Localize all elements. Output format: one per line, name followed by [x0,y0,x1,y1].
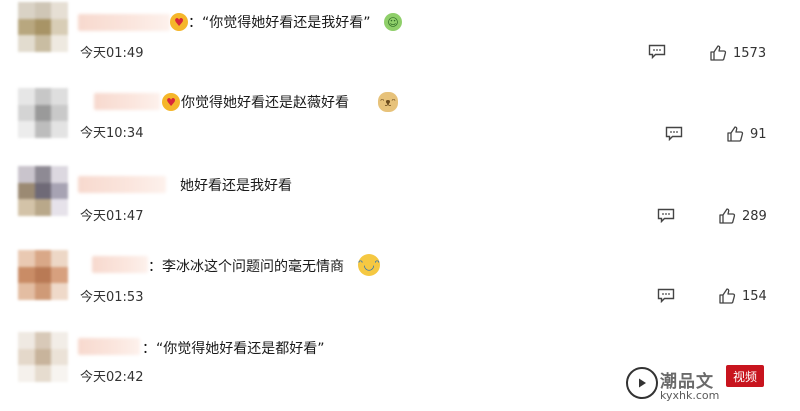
site-watermark: 潮品文 视频 kyxhk.com [626,361,786,405]
like-button[interactable]: 154 [718,287,767,305]
comment-time: 今天01:53 [80,290,144,305]
like-count: 289 [742,208,767,224]
username-blurred[interactable] [78,176,166,193]
username-blurred[interactable] [94,93,160,110]
like-count: 91 [750,126,767,142]
heart-eyes-emoji-icon: ♥ [170,13,188,31]
avatar[interactable] [18,166,68,216]
username-blurred[interactable] [92,256,148,273]
heart-eyes-emoji-icon: ♥ [162,93,180,111]
play-icon [626,367,658,399]
comment-text: 你觉得她好看还是赵薇好看 [181,95,349,111]
thumbs-up-icon [709,44,727,62]
avatar[interactable] [18,2,68,52]
comment-text: 她好看还是我好看 [180,178,292,194]
avatar[interactable] [18,88,68,138]
reply-icon[interactable] [648,44,666,59]
watermark-url: kyxhk.com [660,389,720,402]
comment-time: 今天01:49 [80,46,144,61]
doge-emoji-icon: ᵔᴥᵔ [378,92,398,112]
watermark-seal: 视频 [726,365,764,387]
melon-emoji-icon: ☺ [384,13,402,31]
thumbs-up-icon [718,207,736,225]
avatar[interactable] [18,250,68,300]
comment-time: 今天01:47 [80,209,144,224]
comment-time: 今天02:42 [80,370,144,385]
reply-icon[interactable] [657,208,675,223]
comment-text: ：“你觉得她好看还是我好看” [188,15,371,31]
like-button[interactable]: 91 [726,125,767,143]
like-button[interactable]: 1573 [709,44,766,62]
like-count: 1573 [733,45,767,61]
username-blurred[interactable] [78,338,140,355]
reply-icon[interactable] [657,288,675,303]
thumbs-up-icon [726,125,744,143]
comment-time: 今天10:34 [80,126,144,141]
laughing-emoji-icon: ᵔ◡ᵔ [358,254,380,276]
thumbs-up-icon [718,287,736,305]
comment-text: ：“你觉得她好看还是都好看” [142,341,325,357]
avatar[interactable] [18,332,68,382]
comment-text: ：李冰冰这个问题问的毫无情商 [148,259,344,275]
like-button[interactable]: 289 [718,207,767,225]
reply-icon[interactable] [665,126,683,141]
username-blurred[interactable] [78,14,170,31]
like-count: 154 [742,288,767,304]
